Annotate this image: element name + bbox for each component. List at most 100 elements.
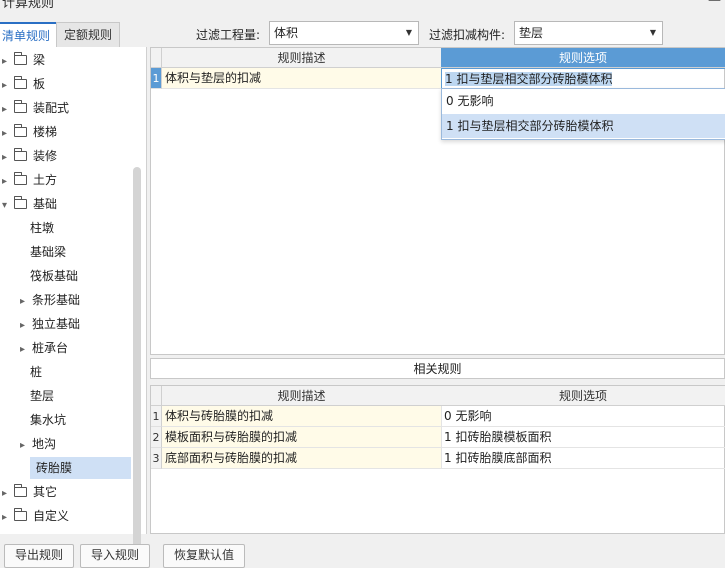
folder-icon bbox=[14, 172, 27, 185]
tree-item[interactable]: ▸ 桩承台 bbox=[20, 337, 68, 359]
tree-item[interactable]: ▸ 自定义 bbox=[2, 505, 69, 527]
tree-item-label: 砖胎膜 bbox=[36, 461, 73, 475]
import-rules-button[interactable]: 导入规则 bbox=[80, 544, 151, 568]
expand-right-icon[interactable]: ▸ bbox=[2, 171, 14, 193]
header-rule-desc: 规则描述 bbox=[162, 48, 442, 68]
folder-icon bbox=[14, 52, 27, 65]
tree-item-label: 独立基础 bbox=[32, 317, 81, 331]
folder-icon bbox=[14, 484, 27, 497]
tree-item[interactable]: 砖胎膜 bbox=[30, 457, 131, 479]
filter-quantity-select[interactable]: 体积 ▼ bbox=[269, 21, 419, 45]
tree-item-label: 装配式 bbox=[33, 101, 70, 115]
tab-quota-rules[interactable]: 定额规则 bbox=[56, 22, 121, 47]
rule-desc-cell[interactable]: 体积与垫层的扣减 bbox=[162, 68, 442, 89]
tree-item[interactable]: 垫层 bbox=[30, 385, 54, 407]
chevron-down-icon: ▼ bbox=[649, 28, 656, 37]
related-option-cell[interactable]: 0 无影响 bbox=[441, 406, 725, 427]
tree-item[interactable]: 集水坑 bbox=[30, 409, 66, 431]
tree-item[interactable]: 桩 bbox=[30, 361, 42, 383]
tree-item-label: 桩承台 bbox=[32, 341, 69, 355]
tree-item-label: 装修 bbox=[33, 149, 58, 163]
tree-item-label: 梁 bbox=[33, 53, 46, 67]
tree-item[interactable]: ▸ 板 bbox=[2, 73, 45, 95]
folder-icon bbox=[14, 508, 27, 521]
tree-item-label: 垫层 bbox=[30, 389, 55, 403]
folder-icon bbox=[14, 124, 27, 137]
tree-item-label: 柱墩 bbox=[30, 221, 55, 235]
header-rule-option: 规则选项 bbox=[441, 386, 725, 406]
row-number: 3 bbox=[151, 448, 162, 469]
row-number: 1 bbox=[151, 406, 162, 427]
expand-right-icon[interactable]: ▸ bbox=[20, 291, 32, 313]
expand-right-icon[interactable]: ▸ bbox=[20, 315, 32, 337]
tree-item[interactable]: ▸ 装修 bbox=[2, 145, 57, 167]
tree-item[interactable]: ▾ 基础 bbox=[2, 193, 57, 215]
expand-right-icon[interactable]: ▸ bbox=[2, 147, 14, 169]
tab-list-rules[interactable]: 清单规则 bbox=[0, 22, 59, 47]
related-desc-cell[interactable]: 模板面积与砖胎膜的扣减 bbox=[162, 427, 442, 448]
related-rules-title: 相关规则 bbox=[150, 358, 725, 379]
tree-item-label: 基础梁 bbox=[30, 245, 67, 259]
expand-right-icon[interactable]: ▸ bbox=[2, 507, 14, 529]
tree-item-label: 楼梯 bbox=[33, 125, 58, 139]
related-option-cell[interactable]: 1 扣砖胎膜底部面积 bbox=[441, 448, 725, 469]
folder-icon bbox=[14, 148, 27, 161]
restore-defaults-button[interactable]: 恢复默认值 bbox=[163, 544, 246, 568]
tree-item[interactable]: ▸ 条形基础 bbox=[20, 289, 80, 311]
related-desc-cell[interactable]: 体积与砖胎膜的扣减 bbox=[162, 406, 442, 427]
tree-item[interactable]: ▸ 梁 bbox=[2, 49, 45, 71]
related-grid: 规则描述 规则选项 1 体积与砖胎膜的扣减 0 无影响 2 模板面积与砖胎膜的扣… bbox=[150, 385, 725, 534]
tree-item-label: 土方 bbox=[33, 173, 58, 187]
export-rules-button[interactable]: 导出规则 bbox=[4, 544, 75, 568]
expand-right-icon[interactable]: ▸ bbox=[2, 123, 14, 145]
rule-option-dropdown: 0 无影响 1 扣与垫层相交部分砖胎模体积 bbox=[441, 88, 725, 140]
tree-scrollbar[interactable] bbox=[133, 167, 141, 567]
row-number: 1 bbox=[151, 68, 162, 89]
related-option-cell[interactable]: 1 扣砖胎膜模板面积 bbox=[441, 427, 725, 448]
filter-quantity-value: 体积 bbox=[274, 26, 299, 40]
tree-item-label: 板 bbox=[33, 77, 46, 91]
rule-option-value: 1 扣与垫层相交部分砖胎模体积 bbox=[445, 72, 613, 86]
expand-right-icon[interactable]: ▸ bbox=[2, 99, 14, 121]
expand-right-icon[interactable]: ▸ bbox=[20, 435, 32, 457]
tree-item-label: 地沟 bbox=[32, 437, 57, 451]
tree-item[interactable]: ▸ 土方 bbox=[2, 169, 57, 191]
tree-item-label: 集水坑 bbox=[30, 413, 67, 427]
tree-item-label: 条形基础 bbox=[32, 293, 81, 307]
related-desc-cell[interactable]: 底部面积与砖胎膜的扣减 bbox=[162, 448, 442, 469]
filter-quantity-label: 过滤工程量: bbox=[196, 28, 261, 42]
tree-item-label: 自定义 bbox=[33, 509, 70, 523]
expand-right-icon[interactable]: ▸ bbox=[2, 483, 14, 505]
tree-item[interactable]: ▸ 独立基础 bbox=[20, 313, 80, 335]
close-icon[interactable]: — bbox=[708, 0, 721, 8]
tree-item[interactable]: 柱墩 bbox=[30, 217, 54, 239]
grid-corner bbox=[151, 48, 162, 68]
folder-icon bbox=[14, 76, 27, 89]
filter-member-select[interactable]: 垫层 ▼ bbox=[514, 21, 663, 45]
row-number: 2 bbox=[151, 427, 162, 448]
expand-right-icon[interactable]: ▸ bbox=[2, 51, 14, 73]
header-rule-option: 规则选项 bbox=[441, 48, 725, 68]
header-rule-desc: 规则描述 bbox=[162, 386, 442, 406]
expand-down-icon[interactable]: ▾ bbox=[2, 195, 14, 217]
tree-item-label: 桩 bbox=[30, 365, 43, 379]
filter-member-value: 垫层 bbox=[519, 26, 544, 40]
expand-right-icon[interactable]: ▸ bbox=[2, 75, 14, 97]
tree-item-label: 基础 bbox=[33, 197, 58, 211]
dropdown-option[interactable]: 0 无影响 bbox=[442, 89, 725, 113]
tree-item[interactable]: 筏板基础 bbox=[30, 265, 78, 287]
dropdown-option[interactable]: 1 扣与垫层相交部分砖胎模体积 bbox=[442, 114, 725, 138]
filter-member-label: 过滤扣减构件: bbox=[429, 28, 506, 42]
tree-item-label: 筏板基础 bbox=[30, 269, 79, 283]
tree-item[interactable]: ▸ 装配式 bbox=[2, 97, 69, 119]
chevron-down-icon: ▼ bbox=[405, 28, 412, 37]
expand-right-icon[interactable]: ▸ bbox=[20, 339, 32, 361]
tree-item[interactable]: ▸ 地沟 bbox=[20, 433, 56, 455]
window-title: 计算规则 bbox=[2, 0, 55, 11]
tree-item[interactable]: ▸ 其它 bbox=[2, 481, 57, 503]
tree-item[interactable]: ▸ 楼梯 bbox=[2, 121, 57, 143]
component-tree: ▸ 梁 ▸ 板 ▸ 装配式 ▸ 楼梯 ▸ 装修 ▸ 土方 ▾ 基础 柱墩 基础梁 筏板基础 ▸ 条形基础 ▸ 独立基础 ▸… bbox=[0, 47, 147, 567]
rule-option-cell[interactable]: 1 扣与垫层相交部分砖胎模体积 bbox=[441, 68, 725, 89]
tree-item[interactable]: 基础梁 bbox=[30, 241, 66, 263]
folder-icon bbox=[14, 100, 27, 113]
